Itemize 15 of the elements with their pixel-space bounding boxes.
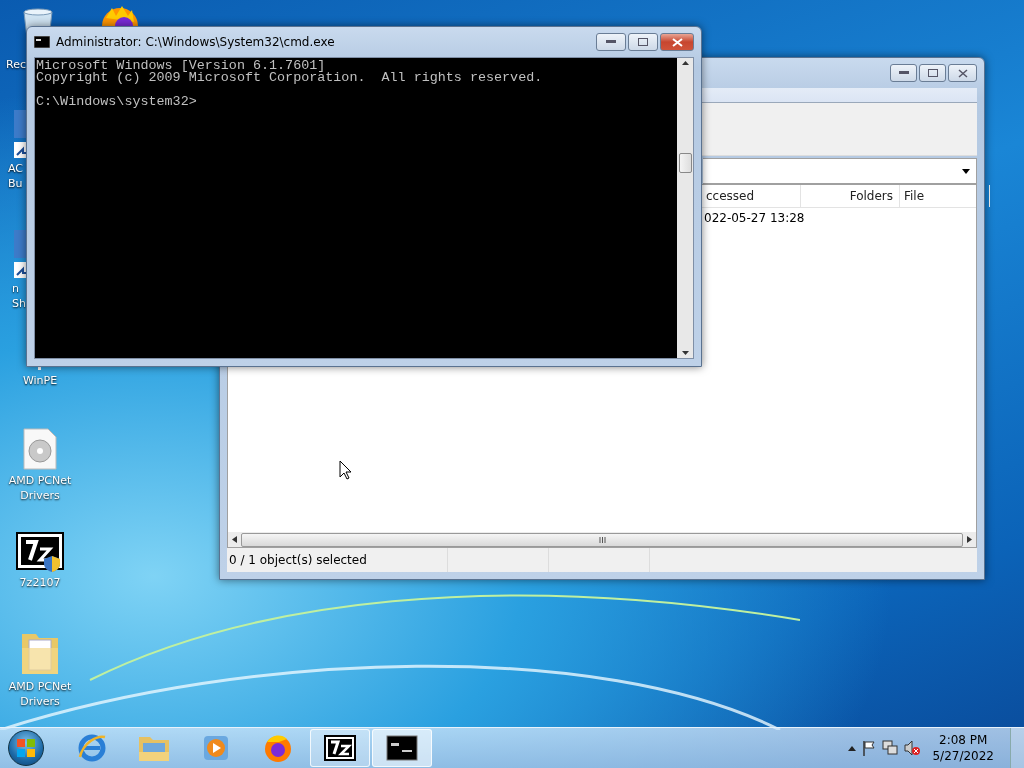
clock[interactable]: 2:08 PM 5/27/2022 (932, 732, 994, 764)
console-area[interactable]: Microsoft Windows [Version 6.1.7601] Copyright (c) 2009 Microsoft Corporation. All rights reserved. C:\Windows\system32> (34, 57, 694, 359)
window-title: Administrator: C:\Windows\System32\cmd.exe (56, 35, 336, 49)
console-prompt: C:\Windows\system32> (36, 96, 198, 108)
desktop-icon-label[interactable]: AC Bu (8, 161, 23, 191)
desktop-icon-label[interactable]: Rec (6, 57, 26, 72)
desktop-icon-label[interactable]: n Sh (12, 281, 26, 311)
console-line: Copyright (c) 2009 Microsoft Corporation. All rights reserved. (36, 72, 544, 84)
clock-time: 2:08 PM (939, 732, 988, 748)
console-line: Microsoft Windows [Version 6.1.7601] (36, 60, 326, 72)
status-text: 0 / 1 object(s) selected (227, 548, 448, 572)
table-cell-text: 022-05-27 13:28 (703, 210, 803, 227)
column-header[interactable]: File (900, 185, 990, 207)
clock-date: 5/27/2022 (932, 748, 994, 764)
column-header[interactable]: Folders (801, 185, 900, 207)
